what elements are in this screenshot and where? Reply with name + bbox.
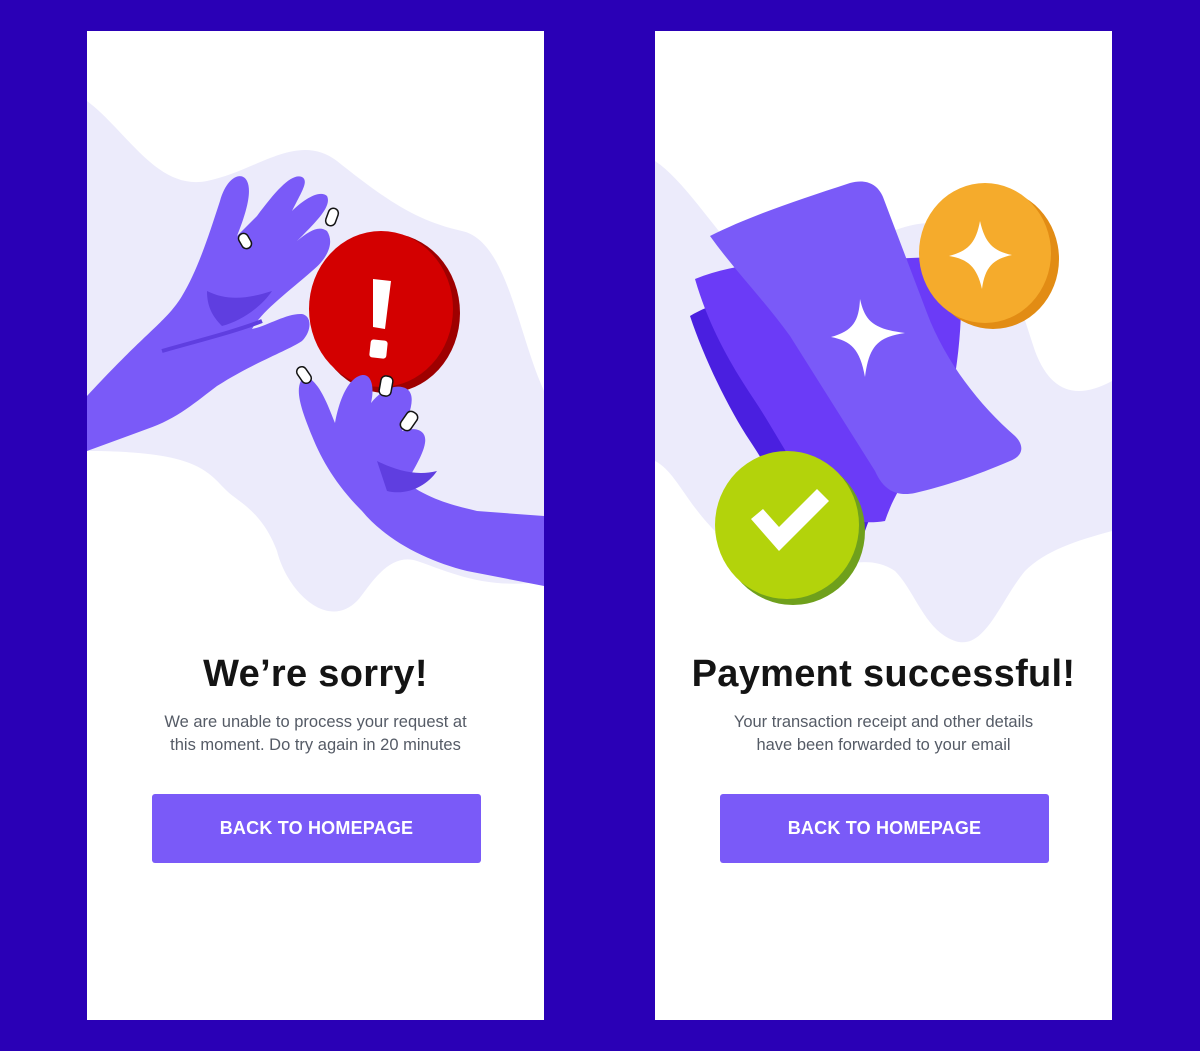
error-message-line: We are unable to process your request at (164, 713, 467, 731)
success-screen-card: Payment successful! Your transaction rec… (655, 31, 1112, 1020)
payment-success-illustration (655, 161, 1112, 643)
success-message: Your transaction receipt and other detai… (695, 711, 1072, 757)
success-title: Payment successful! (691, 653, 1076, 695)
error-title: We’re sorry! (203, 653, 428, 695)
error-message: We are unable to process your request at… (127, 711, 504, 757)
back-to-homepage-button[interactable]: BACK TO HOMEPAGE (152, 794, 481, 863)
success-message-line: Your transaction receipt and other detai… (733, 713, 1034, 731)
sorry-illustration (87, 101, 544, 612)
success-message-line: have been forwarded to your email (756, 736, 1011, 754)
back-to-homepage-button[interactable]: BACK TO HOMEPAGE (720, 794, 1049, 863)
error-screen-card: We’re sorry! We are unable to process yo… (87, 31, 544, 1020)
error-message-line: this moment. Do try again in 20 minutes (170, 736, 461, 754)
